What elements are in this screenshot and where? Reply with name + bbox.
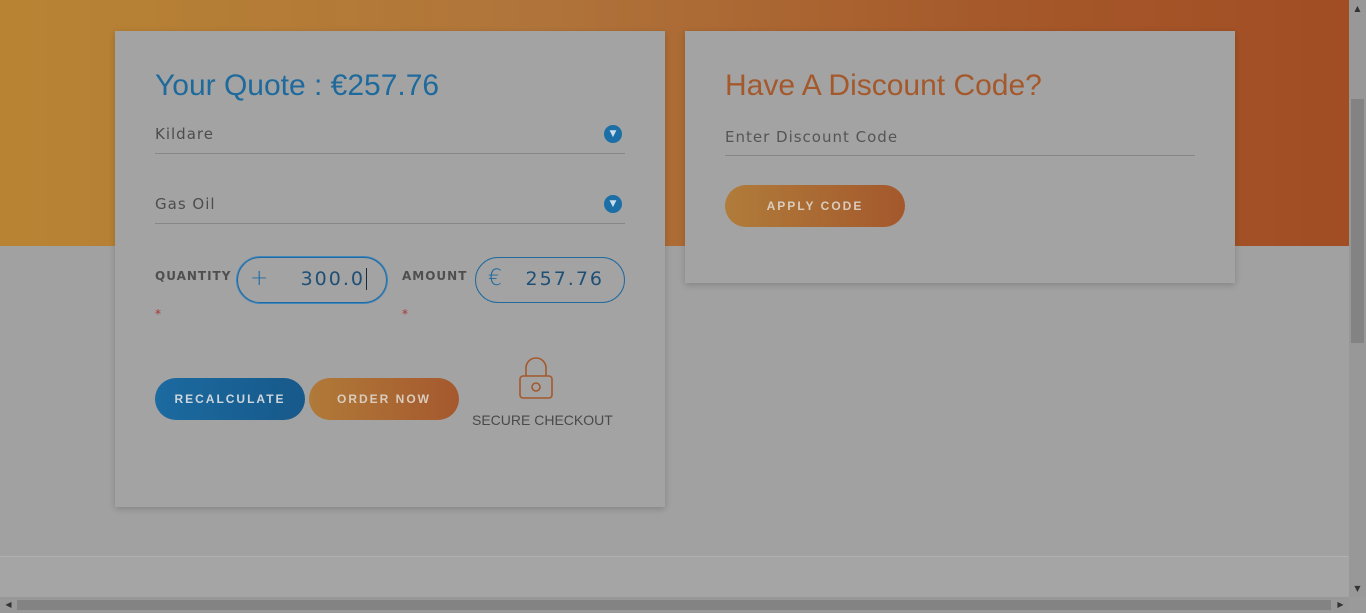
amount-value: 257.76 (525, 268, 604, 290)
amount-label: AMOUNT (402, 269, 468, 283)
discount-code-input[interactable]: Enter Discount Code (725, 126, 1195, 156)
discount-card: Have A Discount Code? Enter Discount Cod… (685, 31, 1235, 283)
scroll-down-icon[interactable]: ▼ (1349, 580, 1366, 597)
plus-icon: + (250, 266, 269, 291)
lock-icon (519, 357, 553, 399)
quantity-input[interactable]: + 300.0 (237, 257, 387, 303)
vertical-scrollbar[interactable]: ▲ ▼ (1349, 0, 1366, 597)
scroll-up-icon[interactable]: ▲ (1349, 0, 1366, 17)
secure-checkout-text: SECURE CHECKOUT (472, 412, 613, 428)
apply-code-button[interactable]: APPLY CODE (725, 185, 905, 227)
county-select[interactable]: Kildare ▼ (155, 124, 625, 154)
discount-title: Have A Discount Code? (725, 69, 1042, 102)
vertical-scroll-thumb[interactable] (1351, 99, 1364, 343)
discount-code-placeholder: Enter Discount Code (725, 128, 899, 146)
euro-icon: € (488, 266, 502, 291)
footer-strip (0, 556, 1349, 597)
order-now-button[interactable]: ORDER NOW (309, 378, 459, 420)
horizontal-scroll-thumb[interactable] (17, 600, 1331, 610)
quantity-value: 300.0 (300, 268, 367, 290)
chevron-down-icon[interactable]: ▼ (604, 125, 622, 143)
fuel-type-select[interactable]: Gas Oil ▼ (155, 194, 625, 224)
quote-card: Your Quote : €257.76 Kildare ▼ Gas Oil ▼… (115, 31, 665, 507)
quantity-required-mark: * (155, 307, 161, 321)
quote-title: Your Quote : €257.76 (155, 69, 440, 102)
chevron-down-icon[interactable]: ▼ (604, 195, 622, 213)
scrollbar-corner (1349, 597, 1366, 613)
scroll-left-icon[interactable]: ◀ (0, 597, 17, 613)
county-select-value: Kildare (155, 125, 214, 143)
recalculate-button[interactable]: RECALCULATE (155, 378, 305, 420)
amount-required-mark: * (402, 307, 408, 321)
fuel-type-select-value: Gas Oil (155, 195, 216, 213)
scroll-right-icon[interactable]: ▶ (1332, 597, 1349, 613)
amount-input[interactable]: € 257.76 (475, 257, 625, 303)
quantity-label: QUANTITY (155, 269, 232, 283)
horizontal-scrollbar[interactable]: ◀ ▶ (0, 597, 1349, 613)
page: Your Quote : €257.76 Kildare ▼ Gas Oil ▼… (0, 0, 1349, 597)
